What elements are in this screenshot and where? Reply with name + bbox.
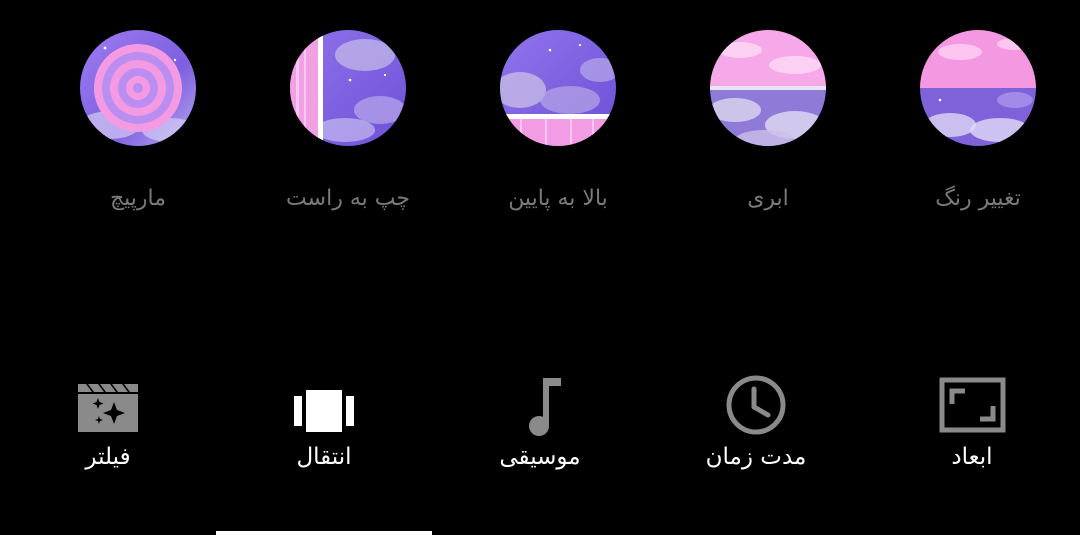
left-to-right-thumbnail xyxy=(290,30,406,146)
selected-tab-indicator xyxy=(216,531,432,535)
spiral-thumbnail xyxy=(80,30,196,146)
effect-label: بالا به پایین xyxy=(508,186,608,211)
toolbar-aspect-ratio[interactable]: ابعاد xyxy=(864,360,1080,535)
color-change-thumbnail xyxy=(920,30,1036,146)
effect-spiral[interactable]: مارپیچ xyxy=(33,30,243,220)
music-note-icon xyxy=(500,372,580,438)
effect-cloud[interactable]: ابری xyxy=(663,30,873,220)
toolbar-duration[interactable]: مدت زمان xyxy=(648,360,864,535)
top-to-bottom-thumbnail xyxy=(500,30,616,146)
toolbar-label: فیلتر xyxy=(85,444,131,470)
effect-color-change[interactable]: تغییر رنگ xyxy=(873,30,1080,220)
effect-left-to-right[interactable]: چپ به راست xyxy=(243,30,453,220)
toolbar-label: انتقال xyxy=(296,444,352,470)
filter-icon xyxy=(68,372,148,438)
toolbar-transition[interactable]: انتقال xyxy=(216,360,432,535)
cloud-thumbnail xyxy=(710,30,826,146)
toolbar-label: مدت زمان xyxy=(705,444,807,470)
effect-label: مارپیچ xyxy=(109,186,167,211)
toolbar-label: ابعاد xyxy=(951,444,993,470)
bottom-toolbar: فیلتر انتقال موسیقی مدت زمان ابعاد xyxy=(0,360,1080,535)
toolbar-label: موسیقی xyxy=(499,444,581,470)
toolbar-music[interactable]: موسیقی xyxy=(432,360,648,535)
effect-top-to-bottom[interactable]: بالا به پایین xyxy=(453,30,663,220)
clock-icon xyxy=(716,372,796,438)
transition-effects-list: مارپیچ چپ به راست بالا به پایین ابری تغی… xyxy=(0,0,1080,240)
effect-label: چپ به راست xyxy=(286,186,410,211)
effect-label: تغییر رنگ xyxy=(935,186,1021,211)
transition-icon xyxy=(284,372,364,438)
toolbar-filter[interactable]: فیلتر xyxy=(0,360,216,535)
aspect-ratio-icon xyxy=(932,372,1012,438)
effect-label: ابری xyxy=(747,186,789,211)
